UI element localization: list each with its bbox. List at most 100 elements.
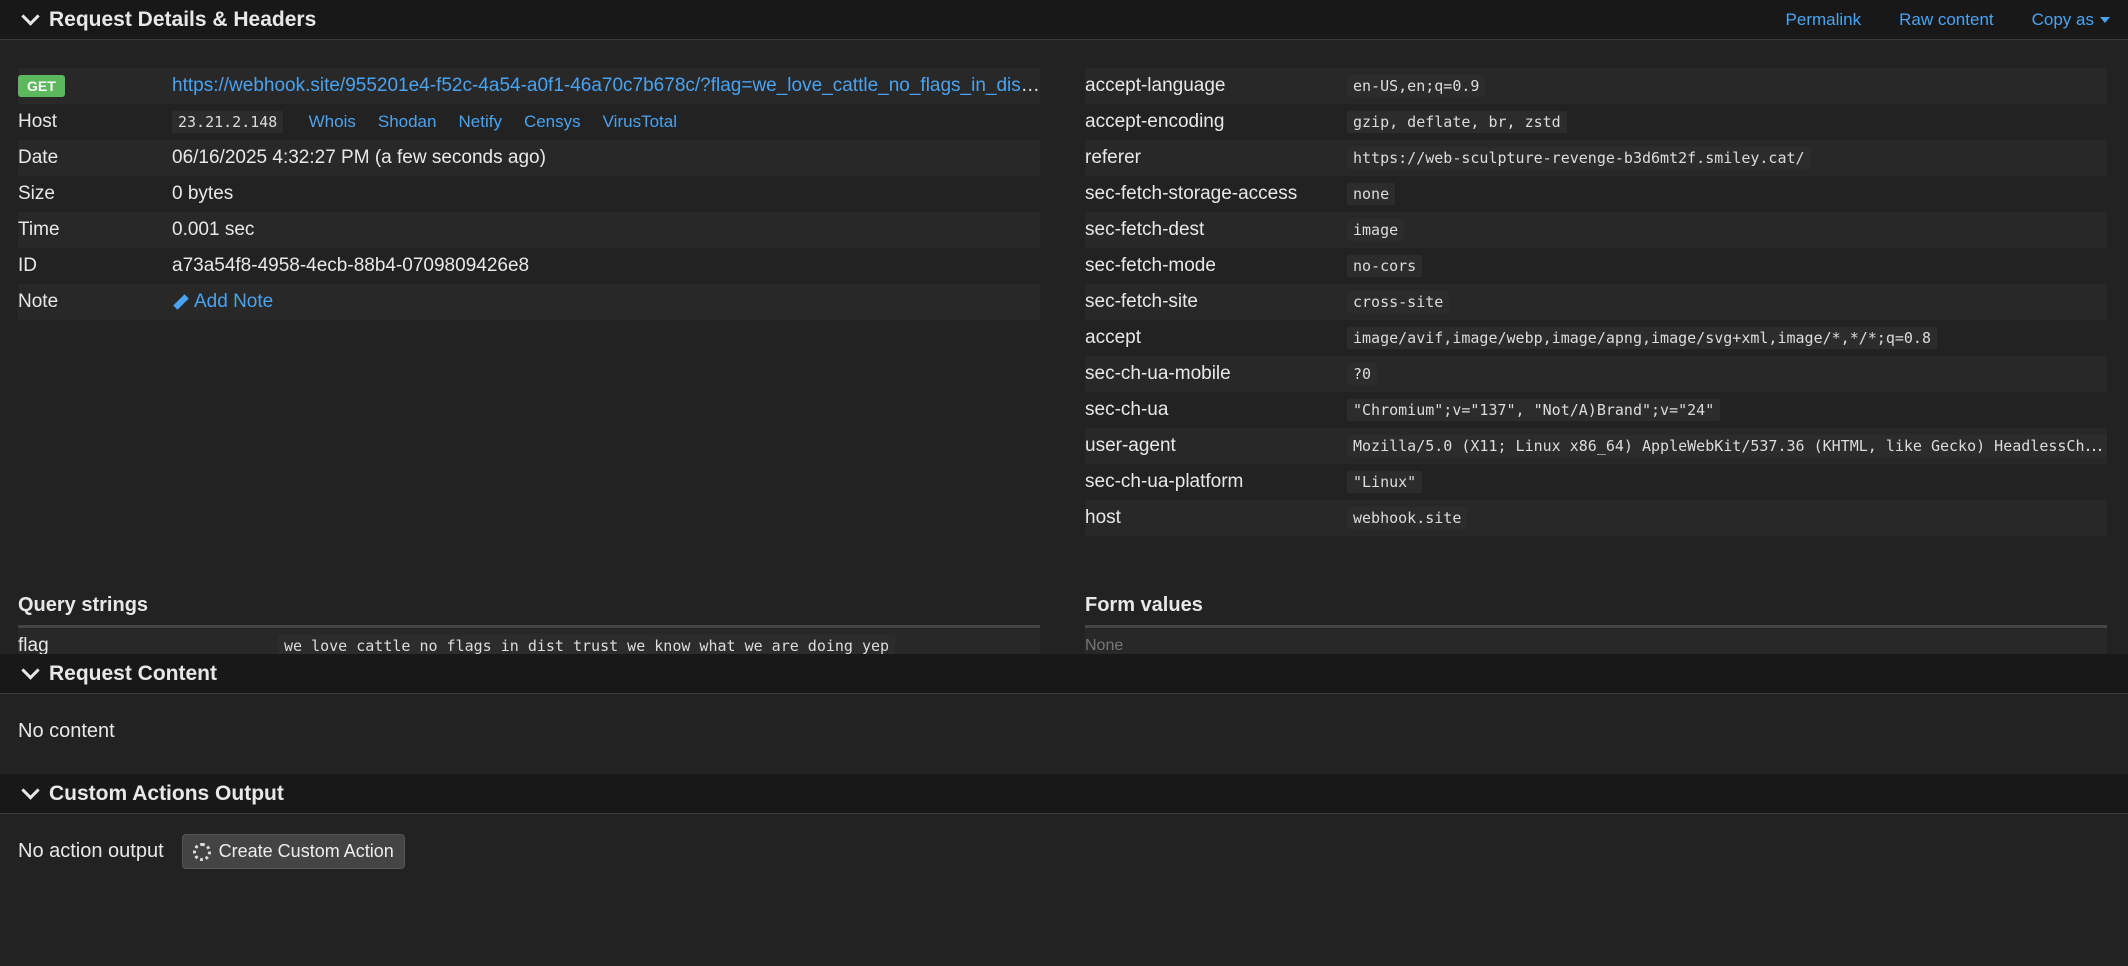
header-value: https://web-sculpture-revenge-b3d6mt2f.s… [1347,147,1811,169]
header-key: sec-fetch-mode [1085,255,1216,276]
header-key: accept-encoding [1085,111,1225,132]
header-value: "Chromium";v="137", "Not/A)Brand";v="24" [1347,399,1721,421]
custom-actions-title: Custom Actions Output [49,781,284,805]
header-key: user-agent [1085,435,1176,456]
caret-down-icon [2100,17,2110,24]
request-content-title: Request Content [49,661,217,685]
method-cell: GET [18,75,172,97]
host-label: Host [18,111,58,132]
host-ip: 23.21.2.148 [172,111,284,133]
pencil-icon [173,294,189,310]
permalink-link[interactable]: Permalink [1786,10,1862,30]
header-row: accept-language en-US,en;q=0.9 [1085,68,2107,104]
netify-link[interactable]: Netify [458,112,501,132]
header-value: image [1347,219,1405,241]
url-row: GET https://webhook.site/955201e4-f52c-4… [18,68,1040,104]
time-label: Time [18,219,60,240]
host-lookup-links: Whois Shodan Netify Censys VirusTotal [309,112,677,132]
request-url-link[interactable]: https://webhook.site/955201e4-f52c-4a54-… [172,75,1040,96]
shodan-link[interactable]: Shodan [378,112,437,132]
header-key: host [1085,507,1121,528]
id-value: a73a54f8-4958-4ecb-88b4-0709809426e8 [172,255,530,276]
request-info: GET https://webhook.site/955201e4-f52c-4… [18,68,1040,320]
details-title: Request Details & Headers [49,7,317,31]
note-label: Note [18,291,59,312]
chevron-down-icon [21,661,40,680]
headers-table: accept-language en-US,en;q=0.9 accept-enc… [1085,68,2107,536]
size-label: Size [18,183,55,204]
add-note-link[interactable]: Add Note [172,291,273,312]
host-row: Host 23.21.2.148 Whois Shodan Netify Cen… [18,104,1040,140]
custom-actions-body: No action output Create Custom Action [0,814,2128,889]
header-row: sec-fetch-dest image [1085,212,2107,248]
header-row: accept-encoding gzip, deflate, br, zstd [1085,104,2107,140]
header-key: sec-fetch-dest [1085,219,1205,240]
censys-link[interactable]: Censys [524,112,581,132]
size-value: 0 bytes [172,183,234,204]
size-row: Size 0 bytes [18,176,1040,212]
header-value: en-US,en;q=0.9 [1347,75,1486,97]
create-custom-action-button[interactable]: Create Custom Action [181,834,405,869]
header-row: sec-ch-ua-platform "Linux" [1085,464,2107,500]
time-row: Time 0.001 sec [18,212,1040,248]
header-key: accept [1085,327,1141,348]
form-values-title: Form values [1085,594,2107,628]
time-value: 0.001 sec [172,219,255,240]
date-row: Date 06/16/2025 4:32:27 PM (a few second… [18,140,1040,176]
virustotal-link[interactable]: VirusTotal [603,112,677,132]
form-none: None [1085,637,1124,654]
header-value: no-cors [1347,255,1423,277]
lower-sections: Request Content No content Custom Action… [0,654,2128,889]
query-strings-title: Query strings [18,594,1040,628]
header-value: "Linux" [1347,471,1423,493]
header-key: sec-ch-ua [1085,399,1169,420]
header-value: ?0 [1347,363,1378,385]
header-key: referer [1085,147,1141,168]
date-label: Date [18,147,59,168]
details-header: Request Details & Headers Permalink Raw … [0,0,2128,40]
id-row: ID a73a54f8-4958-4ecb-88b4-0709809426e8 [18,248,1040,284]
request-content-header: Request Content [0,654,2128,694]
chevron-down-icon [21,781,40,800]
whois-link[interactable]: Whois [309,112,356,132]
header-key: sec-fetch-storage-access [1085,183,1298,204]
header-key: sec-ch-ua-mobile [1085,363,1231,384]
request-content-body: No content [18,720,115,742]
method-badge: GET [18,75,65,97]
header-row: referer https://web-sculpture-revenge-b3d… [1085,140,2107,176]
custom-actions-header: Custom Actions Output [0,774,2128,814]
header-row: user-agent Mozilla/5.0 (X11; Linux x86_64… [1085,428,2107,464]
copy-as-dropdown[interactable]: Copy as [2032,10,2110,30]
header-value: webhook.site [1347,507,1468,529]
header-row: sec-ch-ua "Chromium";v="137", "Not/A)Bran… [1085,392,2107,428]
header-row: sec-ch-ua-mobile ?0 [1085,356,2107,392]
header-key: accept-language [1085,75,1226,96]
header-row: host webhook.site [1085,500,2107,536]
chevron-down-icon [21,7,40,26]
header-row: sec-fetch-storage-access none [1085,176,2107,212]
create-custom-action-label: Create Custom Action [218,841,394,861]
no-action-output: No action output [18,840,164,862]
header-key: sec-ch-ua-platform [1085,471,1244,492]
header-value: cross-site [1347,291,1450,313]
request-content-toggle[interactable]: Request Content [18,661,217,686]
header-value: image/avif,image/webp,image/apng,image/s… [1347,327,1937,349]
header-value: none [1347,183,1396,205]
gear-icon [192,842,211,861]
note-row: Note Add Note [18,284,1040,320]
header-row: sec-fetch-mode no-cors [1085,248,2107,284]
header-key: sec-fetch-site [1085,291,1198,312]
details-toggle[interactable]: Request Details & Headers [18,7,317,32]
date-value: 06/16/2025 4:32:27 PM (a few seconds ago… [172,147,546,168]
copy-as-label: Copy as [2031,9,2094,29]
header-value: gzip, deflate, br, zstd [1347,111,1567,133]
header-row: accept image/avif,image/webp,image/apng,i… [1085,320,2107,356]
header-links: Permalink Raw content Copy as [1786,10,2110,30]
raw-content-link[interactable]: Raw content [1899,10,1994,30]
id-label: ID [18,255,37,276]
header-row: sec-fetch-site cross-site [1085,284,2107,320]
add-note-label: Add Note [194,291,274,312]
custom-actions-toggle[interactable]: Custom Actions Output [18,781,284,806]
details-body: GET https://webhook.site/955201e4-f52c-4… [0,40,2128,664]
header-value: Mozilla/5.0 (X11; Linux x86_64) AppleWeb… [1347,435,2107,457]
